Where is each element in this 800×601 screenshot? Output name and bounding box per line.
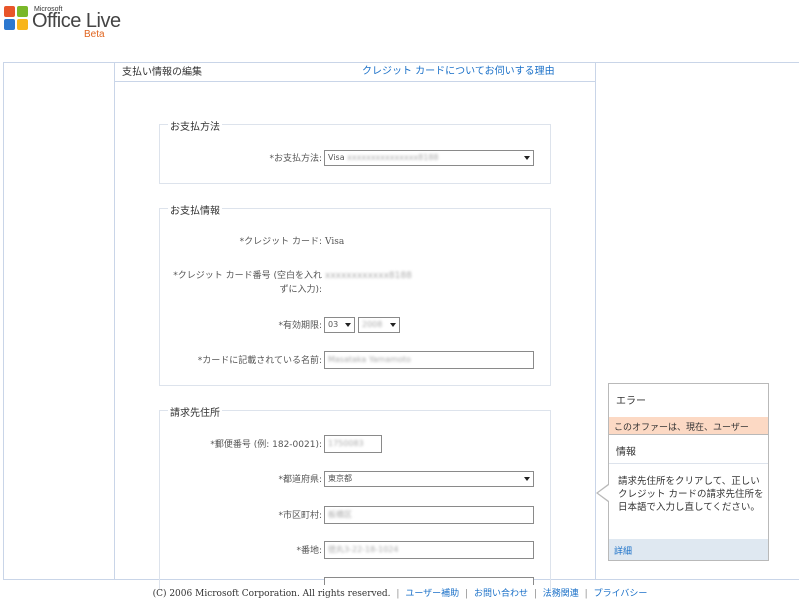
cardholder-name-input[interactable]: Masataka Yamamoto: [324, 351, 534, 369]
field-label: *お支払方法:: [269, 154, 322, 164]
section-legend: お支払方法: [168, 118, 222, 133]
office-live-logo[interactable]: Microsoft Office Live Beta: [2, 2, 132, 42]
card-type-row: *クレジット カード: Visa: [160, 235, 552, 255]
payment-method-prefix: Visa: [328, 153, 345, 162]
error-popup: エラー このオファーは、現在、ユーザー: [608, 383, 769, 435]
field-label: *都道府県:: [278, 475, 322, 485]
footer-separator: |: [584, 589, 588, 599]
field-label: *クレジット カード番号 (空白を入れ ずに入力):: [162, 269, 322, 297]
street-value: 徳丸3-22-18-1024: [328, 545, 399, 554]
footer-separator: |: [396, 589, 400, 599]
page-title: 支払い情報の編集: [122, 67, 202, 78]
field-label: *郵便番号 (例: 182-0021):: [210, 440, 322, 450]
expiry-month-value: 03: [328, 320, 339, 329]
card-number-label-line2: ずに入力):: [279, 285, 322, 295]
tooltip-pointer-inner: [598, 485, 609, 501]
why-credit-card-link[interactable]: クレジット カードについてお伺いする理由: [362, 62, 555, 77]
footer-separator: |: [465, 589, 469, 599]
cardholder-name-value: Masataka Yamamoto: [328, 355, 411, 364]
copyright: (C) 2006 Microsoft Corporation. All righ…: [152, 589, 391, 599]
footer-separator: |: [533, 589, 537, 599]
chevron-down-icon: [524, 477, 530, 481]
prefecture-select[interactable]: 東京都: [324, 471, 534, 487]
page: Microsoft Office Live Beta 支払い情報の編集 クレジッ…: [0, 0, 800, 601]
card-number-value: xxxxxxxxxxxx8188: [325, 271, 412, 281]
details-link[interactable]: 詳細: [614, 544, 632, 557]
payment-method-select[interactable]: Visa xxxxxxxxxxxxxxx8188: [324, 150, 534, 166]
field-label: *市区町村:: [278, 511, 322, 521]
card-number-label-line1: *クレジット カード番号 (空白を入れ: [173, 271, 322, 281]
section-legend: お支払情報: [168, 202, 222, 217]
postal-code-row: *郵便番号 (例: 182-0021): 1750083: [160, 435, 552, 455]
info-popup: 情報 請求先住所をクリアして、正しいクレジット カードの請求先住所を日本語で入力…: [608, 434, 769, 561]
office-logo-icon: [4, 6, 30, 32]
title-row: 支払い情報の編集 クレジット カードについてお伺いする理由: [114, 62, 596, 82]
city-value: 板橋区: [328, 510, 352, 519]
divider: [609, 463, 768, 464]
prefecture-row: *都道府県: 東京都: [160, 471, 552, 491]
street-row: *番地: 徳丸3-22-18-1024: [160, 541, 552, 561]
street-input[interactable]: 徳丸3-22-18-1024: [324, 541, 534, 559]
city-row: *市区町村: 板橋区: [160, 506, 552, 526]
chevron-down-icon: [524, 156, 530, 160]
postal-code-input[interactable]: 1750083: [324, 435, 382, 453]
section-legend: 請求先住所: [168, 404, 222, 419]
info-footer: 詳細: [609, 539, 768, 560]
brand-beta: Beta: [84, 29, 105, 40]
city-input[interactable]: 板橋区: [324, 506, 534, 524]
card-type-value: Visa: [325, 237, 345, 247]
footer: (C) 2006 Microsoft Corporation. All righ…: [0, 586, 800, 599]
info-body: 請求先住所をクリアして、正しいクレジット カードの請求先住所を日本語で入力し直し…: [618, 476, 764, 513]
field-label: *クレジット カード:: [239, 237, 322, 247]
payment-method-masked: xxxxxxxxxxxxxxx8188: [347, 153, 439, 162]
payment-method-section: お支払方法 *お支払方法: Visa xxxxxxxxxxxxxxx8188: [159, 118, 552, 184]
field-label: *有効期限:: [278, 321, 322, 331]
footer-link-accessibility[interactable]: ユーザー補助: [405, 589, 459, 599]
footer-link-privacy[interactable]: プライバシー: [594, 589, 648, 599]
footer-link-contact[interactable]: お問い合わせ: [474, 589, 528, 599]
info-title: 情報: [616, 447, 636, 458]
postal-code-value: 1750083: [328, 439, 364, 448]
billing-address-section: 請求先住所 *郵便番号 (例: 182-0021): 1750083 *都道府県…: [159, 404, 552, 590]
expiry-year-value: 2008: [362, 320, 383, 329]
chevron-down-icon: [390, 323, 396, 327]
next-input-partial[interactable]: [324, 577, 534, 585]
expiry-year-select[interactable]: 2008: [358, 317, 400, 333]
payment-method-row: *お支払方法: Visa xxxxxxxxxxxxxxx8188: [160, 150, 552, 170]
field-label: *カードに記載されている名前:: [197, 356, 322, 366]
footer-link-legal[interactable]: 法務関連: [543, 589, 579, 599]
brand-name: Office Live: [32, 10, 121, 32]
error-message: このオファーは、現在、ユーザー: [609, 417, 768, 435]
prefecture-value: 東京都: [328, 474, 352, 483]
chevron-down-icon: [345, 323, 351, 327]
expiry-month-select[interactable]: 03: [324, 317, 355, 333]
card-number-row: *クレジット カード番号 (空白を入れ ずに入力): xxxxxxxxxxxx8…: [160, 269, 552, 299]
cardholder-name-row: *カードに記載されている名前: Masataka Yamamoto: [160, 351, 552, 371]
error-title: エラー: [616, 396, 646, 407]
expiry-row: *有効期限: 03 2008: [160, 317, 552, 337]
payment-info-section: お支払情報 *クレジット カード: Visa *クレジット カード番号 (空白を…: [159, 202, 552, 386]
field-label: *番地:: [296, 546, 322, 556]
